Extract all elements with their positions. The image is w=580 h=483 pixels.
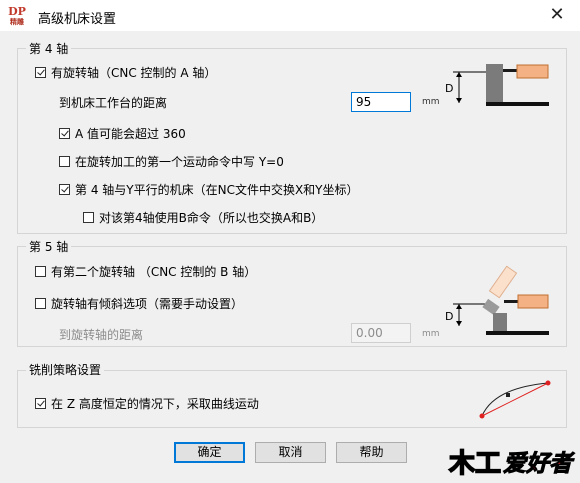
axis5-dimension-marker (453, 303, 486, 326)
curve-mid-marker (506, 393, 510, 397)
axis5-tilted-head (482, 298, 500, 316)
a-exceed-checkbox[interactable]: A 值可能会超过 360 (59, 125, 186, 142)
second-rotary-checkbox[interactable]: 有第二个旋转轴 （CNC 控制的 B 轴） (35, 263, 256, 280)
axis5-diagram-d-label: D (445, 310, 453, 323)
tilt-label: 旋转轴有倾斜选项（需要手动设置） (51, 297, 244, 311)
watermark-logo-icon: 木工 爱好者 (447, 448, 575, 480)
second-rotary-check-icon[interactable] (35, 266, 46, 277)
axis4-group-label: 第 4 轴 (26, 40, 72, 57)
ok-button[interactable]: 确定 (174, 442, 245, 463)
axis4-dimension-marker (453, 71, 486, 103)
has-rotary-checkbox[interactable]: 有旋转轴（CNC 控制的 A 轴） (35, 64, 216, 81)
axis5-distance-input[interactable]: 0.00 (351, 323, 411, 343)
axis4-spindle (503, 69, 517, 72)
y-parallel-label: 第 4 轴与Y平行的机床（在NC文件中交换X和Y坐标） (75, 183, 359, 197)
axis5-rotary-body (493, 313, 507, 331)
axis5-distance-label: 到旋转轴的距离 (59, 328, 144, 342)
curve-start-point (479, 413, 485, 419)
title-bar: DP 精雕 高级机床设置 ✕ (0, 0, 580, 31)
axis4-table (486, 102, 549, 106)
second-rotary-label: 有第二个旋转轴 （CNC 控制的 B 轴） (51, 265, 257, 279)
window-title: 高级机床设置 (38, 12, 117, 27)
use-b-check-icon[interactable] (83, 212, 94, 223)
axis4-diagram: D (445, 64, 549, 106)
watermark-text: 爱好者 (503, 451, 575, 477)
a-exceed-check-icon[interactable] (59, 128, 70, 139)
axis5-spindle (504, 300, 518, 303)
axis4-diagram-d-label: D (445, 82, 453, 95)
curve-motion-checkbox[interactable]: 在 Z 高度恒定的情况下，采取曲线运动 (35, 395, 259, 412)
axis4-tool (516, 64, 549, 79)
help-button[interactable]: 帮助 (336, 442, 407, 463)
write-y0-label: 在旋转加工的第一个运动命令中写 Y=0 (75, 155, 284, 169)
axis5-tool (517, 294, 549, 309)
use-b-label: 对该第4轴使用B命令（所以也交换A和B） (99, 211, 324, 225)
curve-chord (481, 382, 549, 417)
axis5-table (486, 331, 549, 335)
curve-motion-label: 在 Z 高度恒定的情况下，采取曲线运动 (51, 397, 259, 411)
write-y0-check-icon[interactable] (59, 156, 70, 167)
close-button[interactable]: ✕ (534, 0, 580, 31)
cancel-button[interactable]: 取消 (255, 442, 326, 463)
y-parallel-check-icon[interactable] (59, 184, 70, 195)
y-parallel-checkbox[interactable]: 第 4 轴与Y平行的机床（在NC文件中交换X和Y坐标） (59, 181, 359, 198)
axis4-distance-label-row: 到机床工作台的距离 (59, 94, 167, 111)
use-b-checkbox[interactable]: 对该第4轴使用B命令（所以也交换A和B） (83, 209, 323, 226)
curve-motion-check-icon[interactable] (35, 398, 46, 409)
axis5-tilted-tool (488, 265, 518, 299)
axis5-diagram: D (445, 265, 549, 335)
axis4-distance-input[interactable]: 95 (351, 92, 411, 112)
axis4-distance-unit: mm (422, 97, 440, 107)
tilt-check-icon[interactable] (35, 298, 46, 309)
milling-group-label: 铣削策略设置 (26, 361, 105, 378)
axis4-distance-label: 到机床工作台的距离 (59, 96, 168, 110)
axis4-headstock (486, 64, 503, 102)
curve-end-point (545, 380, 551, 386)
watermark-logo-text: 木工 (448, 449, 501, 479)
close-icon: ✕ (549, 4, 565, 25)
has-rotary-label: 有旋转轴（CNC 控制的 A 轴） (51, 66, 217, 80)
axis5-distance-label-row: 到旋转轴的距离 (59, 326, 143, 343)
app-logo-sub: 精雕 (10, 17, 24, 26)
axis5-group-label: 第 5 轴 (26, 238, 72, 255)
axis5-distance-unit: mm (422, 329, 440, 339)
write-y0-checkbox[interactable]: 在旋转加工的第一个运动命令中写 Y=0 (59, 153, 284, 170)
has-rotary-check-icon[interactable] (35, 67, 46, 78)
tilt-checkbox[interactable]: 旋转轴有倾斜选项（需要手动设置） (35, 295, 243, 312)
a-exceed-label: A 值可能会超过 360 (75, 127, 186, 141)
app-logo-icon: DP 精雕 (6, 6, 28, 26)
curve-motion-diagram (479, 380, 551, 419)
